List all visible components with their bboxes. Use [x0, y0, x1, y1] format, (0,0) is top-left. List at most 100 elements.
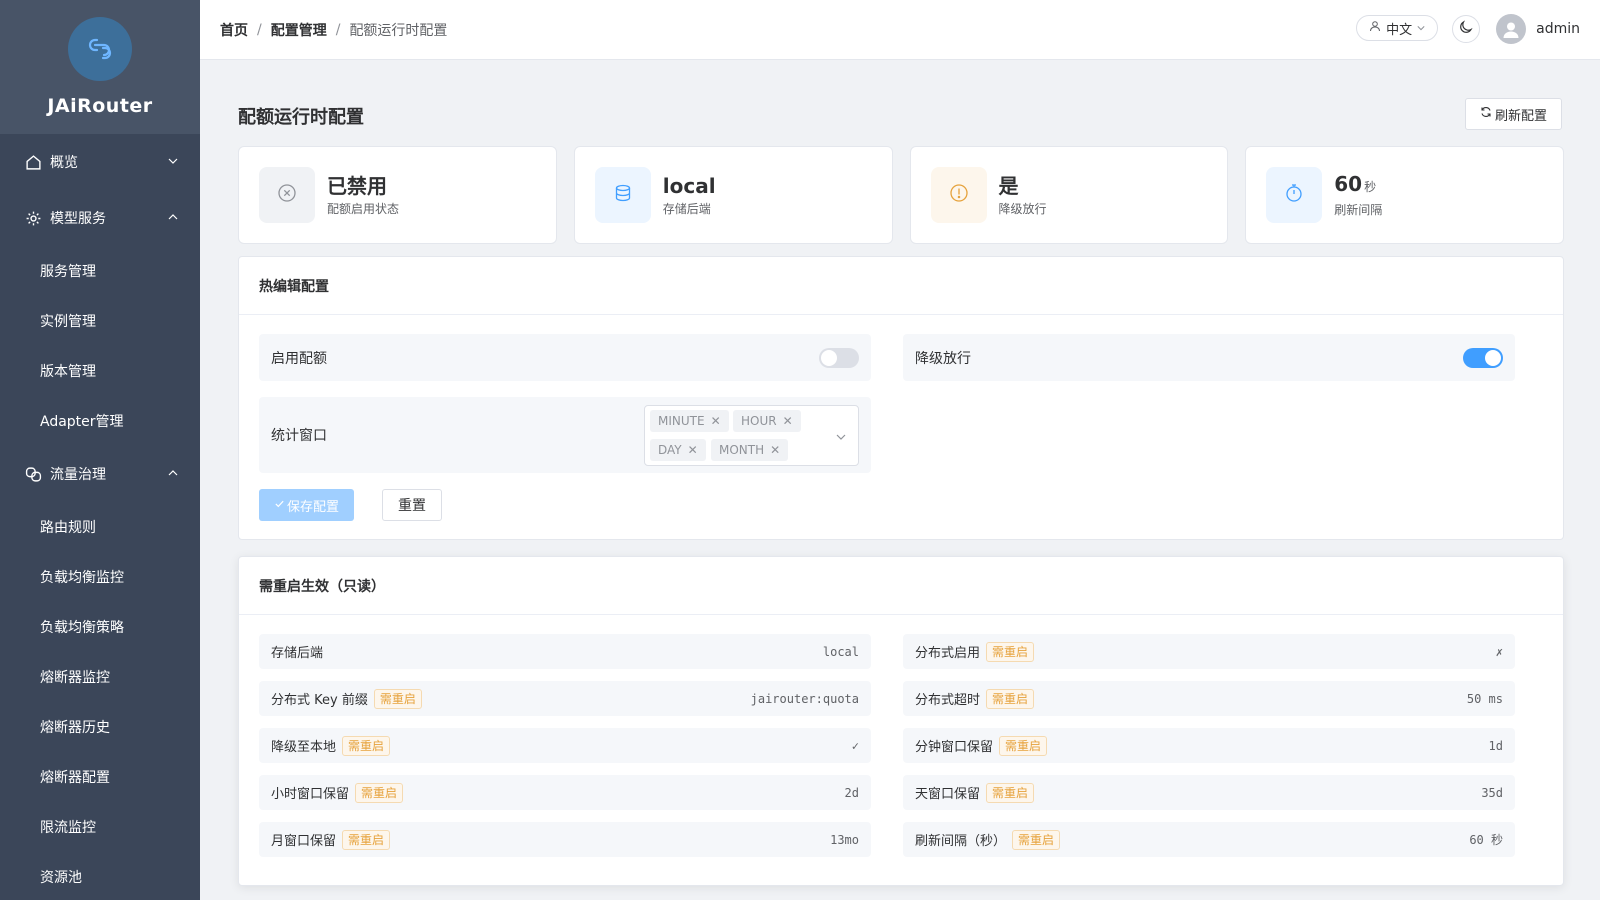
sidebar-item-instance-management[interactable]: 实例管理 — [0, 296, 200, 346]
degrade-pass-label: 降级放行 — [915, 350, 971, 367]
restart-badge: 需重启 — [986, 688, 1035, 709]
readonly-item-value: 50 ms — [1466, 691, 1503, 706]
readonly-item-hour-retention: 小时窗口保留 需重启 2d — [259, 775, 871, 810]
stat-card-refresh-interval: 60 秒 刷新间隔 — [1245, 146, 1564, 244]
readonly-item-value: 60 秒 — [1469, 833, 1503, 847]
stat-value: 已禁用 — [327, 173, 387, 198]
close-icon[interactable]: ✕ — [688, 443, 698, 457]
readonly-item-distributed-timeout: 分布式超时 需重启 50 ms — [903, 681, 1515, 716]
readonly-item-value: 2d — [844, 785, 859, 800]
language-label: 中文 — [1386, 22, 1413, 38]
save-config-button[interactable]: 保存配置 — [259, 489, 355, 521]
chevron-down-icon — [168, 154, 178, 170]
enable-quota-switch[interactable] — [819, 347, 859, 368]
sidebar-group-traffic[interactable]: 流量治理 — [0, 446, 200, 502]
stat-icon-box — [259, 167, 315, 223]
sidebar-item-cb-monitor[interactable]: 熔断器监控 — [0, 652, 200, 702]
close-icon[interactable]: ✕ — [783, 414, 793, 428]
stat-card-degrade-pass: 是 降级放行 — [909, 146, 1229, 244]
readonly-item-minute-retention: 分钟窗口保留 需重启 1d — [903, 728, 1515, 763]
readonly-item-fallback-local: 降级至本地 需重启 ✓ — [259, 728, 871, 763]
breadcrumb-home[interactable]: 首页 — [220, 20, 248, 40]
header-actions: 中文 admin — [1356, 14, 1580, 44]
username[interactable]: admin — [1536, 21, 1580, 37]
top-header: 首页 / 配置管理 / 配额运行时配置 中文 admin — [200, 0, 1600, 60]
sidebar-group-overview[interactable]: 概览 — [0, 134, 200, 190]
window-tag: HOUR ✕ — [733, 410, 801, 432]
database-icon — [613, 183, 633, 207]
circle-x-icon — [277, 183, 297, 207]
logo-area: JAiRouter — [0, 0, 200, 134]
avatar[interactable] — [1496, 14, 1527, 44]
sidebar-item-ratelimit-monitor[interactable]: 限流监控 — [0, 802, 200, 852]
readonly-item-label: 存储后端 — [271, 646, 324, 661]
enable-quota-row: 启用配额 — [259, 334, 871, 381]
enable-quota-label: 启用配额 — [271, 350, 327, 367]
refresh-icon — [1480, 106, 1492, 122]
tag-label: MONTH — [719, 443, 765, 457]
close-icon[interactable]: ✕ — [711, 414, 721, 428]
sidebar-item-adapter-management[interactable]: Adapter管理 — [0, 396, 200, 446]
refresh-config-label: 刷新配置 — [1494, 108, 1547, 124]
readonly-item-value: local — [822, 644, 859, 659]
readonly-item-label: 分布式超时 — [915, 693, 981, 708]
reset-button[interactable]: 重置 — [382, 489, 442, 521]
language-selector[interactable]: 中文 — [1356, 15, 1439, 41]
breadcrumb-config[interactable]: 配置管理 — [271, 20, 327, 40]
stat-window-select[interactable]: MINUTE ✕ HOUR ✕ DAY ✕ MONTH ✕ — [644, 405, 859, 466]
sidebar-item-cb-history[interactable]: 熔断器历史 — [0, 702, 200, 752]
gear-icon — [24, 209, 42, 227]
restart-badge: 需重启 — [355, 782, 404, 803]
sidebar-group-label: 概览 — [50, 155, 78, 171]
window-tag: MINUTE ✕ — [650, 410, 729, 432]
restart-badge: 需重启 — [986, 782, 1035, 803]
save-config-label: 保存配置 — [287, 499, 340, 515]
window-tag: MONTH ✕ — [711, 439, 789, 461]
theme-toggle-button[interactable] — [1452, 15, 1481, 43]
user-icon — [1369, 20, 1381, 36]
breadcrumb-separator: / — [257, 21, 262, 38]
stat-value: 60 秒 — [1334, 172, 1382, 199]
readonly-item-label: 小时窗口保留 — [271, 787, 350, 802]
sidebar-item-lb-strategy[interactable]: 负载均衡策略 — [0, 602, 200, 652]
sidebar-item-routing-rules[interactable]: 路由规则 — [0, 502, 200, 552]
readonly-item-distributed-enabled: 分布式启用 需重启 ✗ — [903, 634, 1515, 669]
refresh-config-button[interactable]: 刷新配置 — [1464, 98, 1562, 130]
sidebar-item-cb-config[interactable]: 熔断器配置 — [0, 752, 200, 802]
readonly-item-key-prefix: 分布式 Key 前缀 需重启 jairouter:quota — [259, 681, 871, 716]
window-tag: DAY ✕ — [650, 439, 706, 461]
sidebar-item-version-management[interactable]: 版本管理 — [0, 346, 200, 396]
switch-knob — [821, 349, 837, 366]
stat-window-label: 统计窗口 — [271, 428, 327, 444]
sidebar-item-lb-monitor[interactable]: 负载均衡监控 — [0, 552, 200, 602]
reset-label: 重置 — [398, 498, 426, 514]
close-icon[interactable]: ✕ — [770, 443, 780, 457]
degrade-pass-row: 降级放行 — [903, 334, 1515, 381]
breadcrumb-current: 配额运行时配置 — [349, 22, 448, 39]
stat-icon-box — [1266, 167, 1323, 223]
stat-value-number: 60 — [1334, 172, 1363, 196]
sidebar-item-service-management[interactable]: 服务管理 — [0, 246, 200, 296]
stat-value: 是 — [998, 173, 1019, 198]
page-title: 配额运行时配置 — [238, 107, 364, 128]
readonly-item-label: 分钟窗口保留 — [915, 740, 994, 755]
restart-badge: 需重启 — [342, 829, 391, 850]
restart-badge: 需重启 — [373, 688, 422, 709]
sidebar-group-model-service[interactable]: 模型服务 — [0, 190, 200, 246]
readonly-item-label: 天窗口保留 — [915, 787, 981, 802]
check-icon — [274, 498, 285, 513]
stat-value-unit: 秒 — [1364, 180, 1377, 194]
sidebar-group-label: 流量治理 — [50, 467, 106, 483]
hot-edit-card: 热编辑配置 启用配额 降级放行 统计窗口 MINUTE ✕ HOUR ✕ DAY ✕ … — [238, 256, 1564, 540]
readonly-item-label: 降级至本地 — [271, 740, 337, 755]
readonly-item-refresh-interval: 刷新间隔（秒） 需重启 60 秒 — [903, 822, 1515, 857]
chevron-up-icon — [168, 210, 178, 226]
home-icon — [24, 153, 42, 171]
restart-badge: 需重启 — [342, 735, 391, 756]
readonly-item-value: jairouter:quota — [750, 691, 859, 706]
sidebar-item-resource-pool[interactable]: 资源池 — [0, 852, 200, 900]
chevron-down-icon — [836, 430, 846, 446]
warning-icon — [949, 183, 969, 207]
readonly-item-day-retention: 天窗口保留 需重启 35d — [903, 775, 1515, 810]
degrade-pass-switch[interactable] — [1463, 347, 1503, 368]
